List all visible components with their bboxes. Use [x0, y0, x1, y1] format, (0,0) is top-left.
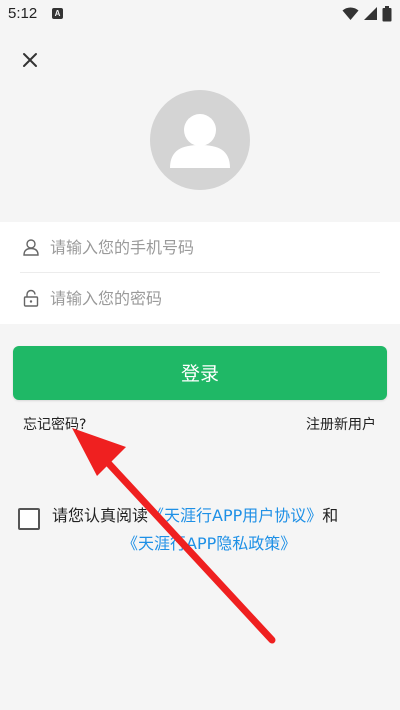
battery-icon — [382, 6, 392, 22]
status-bar: 5:12 A — [0, 0, 400, 30]
password-input[interactable] — [50, 284, 370, 312]
privacy-policy-link[interactable]: 《天涯行APP隐私政策》 — [122, 534, 296, 553]
close-icon — [23, 53, 37, 67]
user-icon — [23, 239, 39, 256]
password-field — [20, 273, 380, 323]
login-button[interactable]: 登录 — [13, 346, 387, 400]
login-form — [0, 222, 400, 324]
agreement-conjunction: 和 — [322, 506, 339, 525]
user-agreement-link[interactable]: 《天涯行APP用户协议》 — [148, 506, 322, 525]
lock-icon — [23, 289, 39, 307]
agreement-text: 请您认真阅读《天涯行APP用户协议》和 《天涯行APP隐私政策》 — [52, 502, 392, 558]
notification-icon: A — [52, 8, 63, 19]
agreement-checkbox[interactable] — [18, 508, 40, 530]
forgot-password-link[interactable]: 忘记密码? — [23, 414, 86, 434]
phone-input[interactable] — [50, 233, 370, 261]
avatar — [150, 90, 250, 190]
annotation-arrow-head — [72, 428, 126, 476]
signal-icon — [364, 7, 377, 20]
user-silhouette-icon — [170, 114, 230, 168]
phone-field — [20, 222, 380, 273]
agreement-prefix: 请您认真阅读 — [52, 506, 149, 525]
register-link[interactable]: 注册新用户 — [306, 414, 376, 434]
status-icons — [338, 6, 392, 22]
close-button[interactable] — [18, 48, 42, 72]
status-time: 5:12 — [8, 5, 38, 22]
wifi-icon — [342, 7, 359, 20]
